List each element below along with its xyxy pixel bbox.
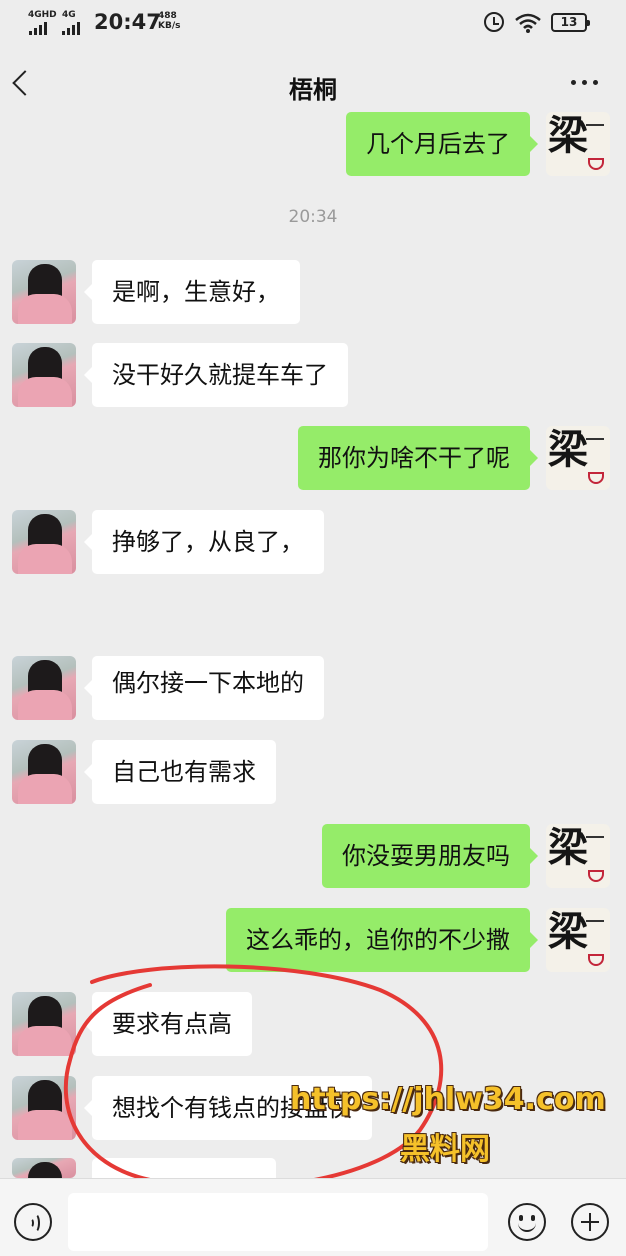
annotation-circle bbox=[63, 964, 444, 1190]
plus-icon[interactable] bbox=[571, 1203, 609, 1241]
watermark-name: 黑料网 bbox=[400, 1132, 490, 1167]
emoji-icon[interactable] bbox=[508, 1203, 546, 1241]
voice-icon[interactable] bbox=[14, 1203, 52, 1241]
message-input[interactable] bbox=[68, 1193, 488, 1251]
watermark-url: https://jhlw34.com bbox=[290, 1082, 606, 1117]
input-bar bbox=[0, 1178, 626, 1256]
